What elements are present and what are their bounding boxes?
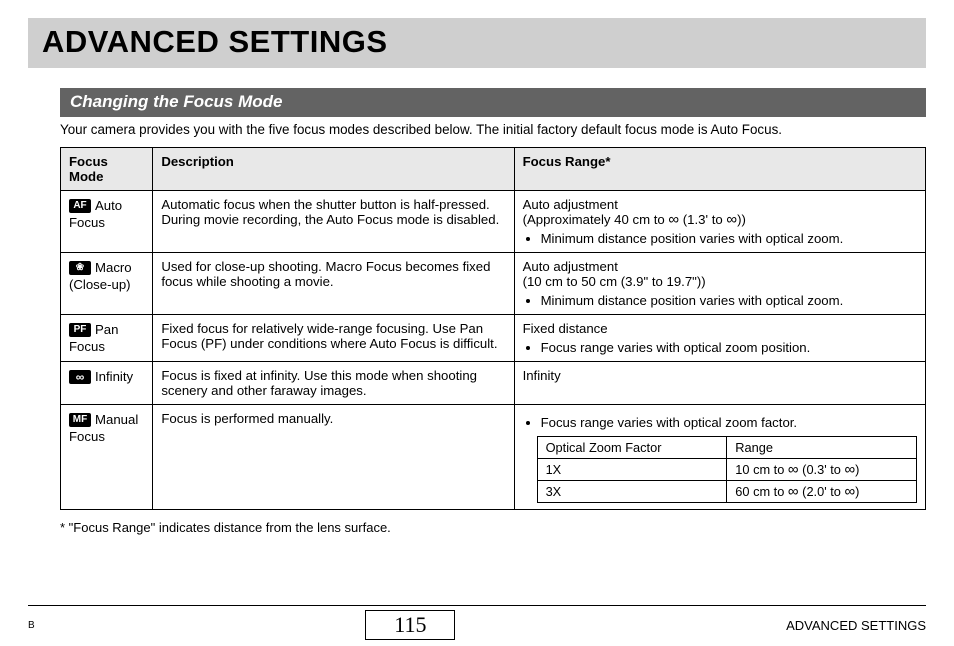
cell-range: Auto adjustment (Approximately 40 cm to … (514, 191, 925, 253)
cell-range: Fixed distance Focus range varies with o… (514, 315, 925, 362)
table-row: ❀Macro (Close-up) Used for close-up shoo… (61, 253, 926, 315)
focus-mode-table: Focus Mode Description Focus Range* AFAu… (60, 147, 926, 510)
page-container: ADVANCED SETTINGS Changing the Focus Mod… (0, 0, 954, 535)
af-icon: AF (69, 199, 91, 213)
th-mode: Focus Mode (61, 148, 153, 191)
page-title: ADVANCED SETTINGS (42, 24, 912, 60)
table-row: PFPan Focus Fixed focus for relatively w… (61, 315, 926, 362)
intro-text: Your camera provides you with the five f… (60, 121, 926, 139)
cell-mode: ∞Infinity (61, 362, 153, 405)
cell-desc: Focus is performed manually. (153, 405, 514, 510)
cell-mode: AFAuto Focus (61, 191, 153, 253)
th-desc: Description (153, 148, 514, 191)
cell-range: Focus range varies with optical zoom fac… (514, 405, 925, 510)
cell-range: Auto adjustment (10 cm to 50 cm (3.9" to… (514, 253, 925, 315)
footer-rule (28, 605, 926, 606)
cell-mode: MFManual Focus (61, 405, 153, 510)
cell-desc: Automatic focus when the shutter button … (153, 191, 514, 253)
cell-range: Infinity (514, 362, 925, 405)
zoom-range-table: Optical Zoom Factor Range 1X 10 cm to ∞ … (537, 436, 917, 503)
cell-mode: PFPan Focus (61, 315, 153, 362)
footnote: * "Focus Range" indicates distance from … (60, 520, 926, 535)
footer-mark: B (28, 620, 35, 631)
section-heading: Changing the Focus Mode (60, 88, 926, 117)
cell-desc: Focus is fixed at infinity. Use this mod… (153, 362, 514, 405)
cell-desc: Fixed focus for relatively wide-range fo… (153, 315, 514, 362)
page-footer: B 115 ADVANCED SETTINGS (0, 605, 954, 642)
title-banner: ADVANCED SETTINGS (28, 18, 926, 68)
pf-icon: PF (69, 323, 91, 337)
mf-icon: MF (69, 413, 91, 427)
table-row: MFManual Focus Focus is performed manual… (61, 405, 926, 510)
table-row: ∞Infinity Focus is fixed at infinity. Us… (61, 362, 926, 405)
cell-mode: ❀Macro (Close-up) (61, 253, 153, 315)
table-row: AFAuto Focus Automatic focus when the sh… (61, 191, 926, 253)
footer-section: ADVANCED SETTINGS (786, 618, 926, 633)
th-range: Focus Range* (514, 148, 925, 191)
macro-icon: ❀ (69, 261, 91, 275)
cell-desc: Used for close-up shooting. Macro Focus … (153, 253, 514, 315)
infinity-mode-icon: ∞ (69, 370, 91, 384)
table-header-row: Focus Mode Description Focus Range* (61, 148, 926, 191)
page-number: 115 (365, 610, 455, 640)
